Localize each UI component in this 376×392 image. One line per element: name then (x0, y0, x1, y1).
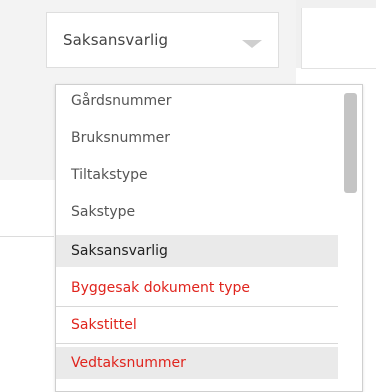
adjacent-input-field[interactable] (301, 8, 376, 69)
option-sakstittel[interactable]: Sakstittel (56, 309, 338, 341)
option-separator (56, 306, 338, 307)
divider-line (0, 236, 54, 237)
field-dropdown-list[interactable]: Gårdsnummer Bruksnummer Tiltakstype Saks… (55, 84, 363, 392)
option-separator (56, 343, 338, 344)
chevron-down-icon[interactable] (242, 40, 262, 48)
scrollbar[interactable] (342, 89, 360, 389)
select-value: Saksansvarlig (63, 31, 169, 49)
option-gardsnummer[interactable]: Gårdsnummer (56, 85, 338, 117)
option-sakstype[interactable]: Sakstype (56, 196, 338, 228)
option-saksansvarlig[interactable]: Saksansvarlig (56, 235, 338, 267)
option-vedtaksnummer[interactable]: Vedtaksnummer (56, 347, 338, 379)
option-tiltakstype[interactable]: Tiltakstype (56, 159, 338, 191)
scrollbar-thumb[interactable] (344, 93, 357, 193)
option-bruksnummer[interactable]: Bruksnummer (56, 122, 338, 154)
option-byggesak-dokument-type[interactable]: Byggesak dokument type (56, 272, 338, 304)
field-select[interactable]: Saksansvarlig (46, 12, 279, 68)
